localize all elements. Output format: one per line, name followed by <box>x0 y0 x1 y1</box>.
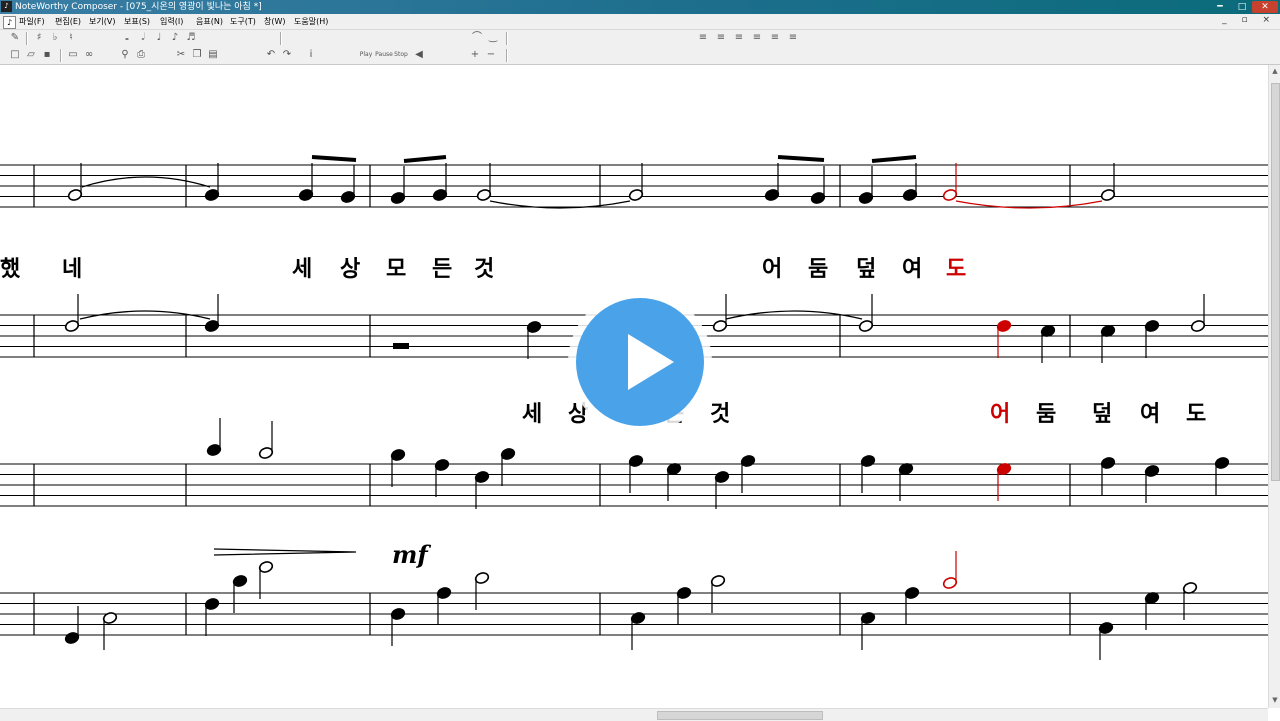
vertical-scroll-thumb[interactable] <box>1271 83 1280 481</box>
title-bar[interactable]: ♪ NoteWorthy Composer - [075_시온의 영광이 빛나는… <box>0 0 1280 14</box>
lyric-syllable: 세 <box>522 401 543 427</box>
print-icon[interactable]: ⎙ <box>134 48 148 62</box>
note-beam <box>777 155 825 162</box>
decrescendo-hairpin <box>213 548 357 556</box>
add-icon[interactable]: + <box>468 48 482 62</box>
play-video-button[interactable] <box>568 290 712 434</box>
menu-help[interactable]: 도움말(H) <box>292 15 330 28</box>
table-icon[interactable]: ≡ <box>786 31 800 45</box>
undo-icon[interactable]: ↶ <box>264 48 278 62</box>
app-icon[interactable]: ♪ <box>1 1 12 12</box>
menu-insert[interactable]: 입력(I) <box>158 15 185 28</box>
lyric-syllable: 상 <box>340 256 361 282</box>
copy-icon[interactable]: ❐ <box>190 48 204 62</box>
lyric-syllable: 모 <box>386 256 407 282</box>
list-icon[interactable]: ≡ <box>768 31 782 45</box>
justify-icon[interactable]: ≡ <box>750 31 764 45</box>
toolbar-separator <box>506 32 508 45</box>
stop-button[interactable]: Stop <box>393 48 409 62</box>
toolbar-separator <box>280 32 282 45</box>
menu-view[interactable]: 보기(V) <box>87 15 117 28</box>
slur-icon[interactable]: ‿ <box>486 31 500 45</box>
toolbar-notes: ✎ ♯ ♭ ♮ 𝅝 𝅗𝅥 ♩ ♪ ♬ ⌒ ‿ ≡ ≡ ≡ ≡ ≡ ≡ <box>0 30 1280 47</box>
lyric-syllable: 둠 <box>808 256 829 282</box>
toolbar-separator <box>506 49 508 62</box>
align-right-icon[interactable]: ≡ <box>732 31 746 45</box>
paste-icon[interactable]: ▤ <box>206 48 220 62</box>
flat-button[interactable]: ♭ <box>48 31 62 45</box>
toolbar-separator <box>60 49 62 62</box>
align-center-icon[interactable]: ≡ <box>714 31 728 45</box>
zoom-icon[interactable]: ⚲ <box>118 48 132 62</box>
lyric-syllable-current: 어 <box>990 401 1011 427</box>
whole-rest <box>393 343 409 349</box>
lyric-syllable: 덮 <box>856 256 877 282</box>
half-note-button[interactable]: 𝅗𝅥 <box>136 31 150 45</box>
lyric-syllable: 여 <box>902 256 923 282</box>
quarter-note-button[interactable]: ♩ <box>152 31 166 45</box>
lyric-syllable: 세 <box>292 256 313 282</box>
horizontal-scroll-thumb[interactable] <box>657 711 823 720</box>
eighth-note-button[interactable]: ♪ <box>168 31 182 45</box>
menu-tools[interactable]: 도구(T) <box>228 15 258 28</box>
save-icon[interactable]: ▪ <box>40 48 54 62</box>
tie-icon[interactable]: ⌒ <box>470 31 484 45</box>
sharp-button[interactable]: ♯ <box>32 31 46 45</box>
lyric-syllable: 도 <box>1186 401 1207 427</box>
menu-window[interactable]: 창(W) <box>262 15 288 28</box>
close-button[interactable]: ✕ <box>1252 1 1278 13</box>
vertical-scrollbar[interactable]: ▲ ▼ <box>1268 65 1280 708</box>
menu-bar: ♪ 파일(F) 편집(E) 보기(V) 보표(S) 입력(I) 음표(N) 도구… <box>0 14 1280 30</box>
remove-icon[interactable]: − <box>484 48 498 62</box>
cut-icon[interactable]: ✂ <box>174 48 188 62</box>
dynamic-marking: mf <box>392 540 428 569</box>
play-icon <box>628 334 674 390</box>
sixteenth-note-button[interactable]: ♬ <box>184 31 198 45</box>
lyric-syllable: 것 <box>474 256 495 282</box>
lyric-syllable: 둠 <box>1036 401 1057 427</box>
new-file-icon[interactable]: □ <box>8 48 22 62</box>
lyric-syllable: 든 <box>432 256 453 282</box>
maximize-button[interactable]: □ <box>1233 1 1251 13</box>
toolbar-separator <box>26 32 28 45</box>
lyric-syllable: 여 <box>1140 401 1161 427</box>
lyric-syllable-current: 도 <box>946 256 967 282</box>
lyric-syllable: 덮 <box>1092 401 1113 427</box>
note-beam <box>871 155 917 163</box>
note-beam <box>311 155 357 162</box>
toolbar-main: □ ▱ ▪ ▭ ∞ ⚲ ⎙ ✂ ❐ ▤ ↶ ↷ i Play Pause Sto… <box>0 47 1280 65</box>
horizontal-scrollbar[interactable] <box>0 708 1268 721</box>
note-beam <box>403 155 447 163</box>
natural-button[interactable]: ♮ <box>64 31 78 45</box>
window-title: NoteWorthy Composer - [075_시온의 영광이 빛나는 아… <box>15 2 262 12</box>
lyric-syllable: 어 <box>762 256 783 282</box>
minimize-button[interactable]: ━ <box>1208 1 1232 13</box>
page-view-icon[interactable]: ▭ <box>66 48 80 62</box>
speaker-icon[interactable]: ◀ <box>412 48 426 62</box>
pause-button[interactable]: Pause <box>375 48 393 62</box>
glasses-icon[interactable]: ∞ <box>82 48 96 62</box>
redo-icon[interactable]: ↷ <box>280 48 294 62</box>
play-button-circle <box>576 298 704 426</box>
menu-notes[interactable]: 음표(N) <box>194 15 225 28</box>
info-icon[interactable]: i <box>304 48 318 62</box>
whole-note-button[interactable]: 𝅝 <box>120 31 134 45</box>
play-button[interactable]: Play <box>358 48 374 62</box>
scroll-down-icon[interactable]: ▼ <box>1269 694 1280 706</box>
lyric-syllable: 것 <box>710 401 731 427</box>
pencil-icon[interactable]: ✎ <box>8 31 22 45</box>
mdi-controls[interactable]: _ ▫ × <box>1222 15 1276 25</box>
align-left-icon[interactable]: ≡ <box>696 31 710 45</box>
lyric-syllable: 했 <box>0 256 21 282</box>
menu-score[interactable]: 보표(S) <box>122 15 152 28</box>
document-icon[interactable]: ♪ <box>3 16 16 29</box>
lyric-syllable: 네 <box>62 256 83 282</box>
menu-file[interactable]: 파일(F) <box>17 15 47 28</box>
menu-edit[interactable]: 편집(E) <box>53 15 83 28</box>
scroll-up-icon[interactable]: ▲ <box>1269 65 1280 77</box>
open-folder-icon[interactable]: ▱ <box>24 48 38 62</box>
